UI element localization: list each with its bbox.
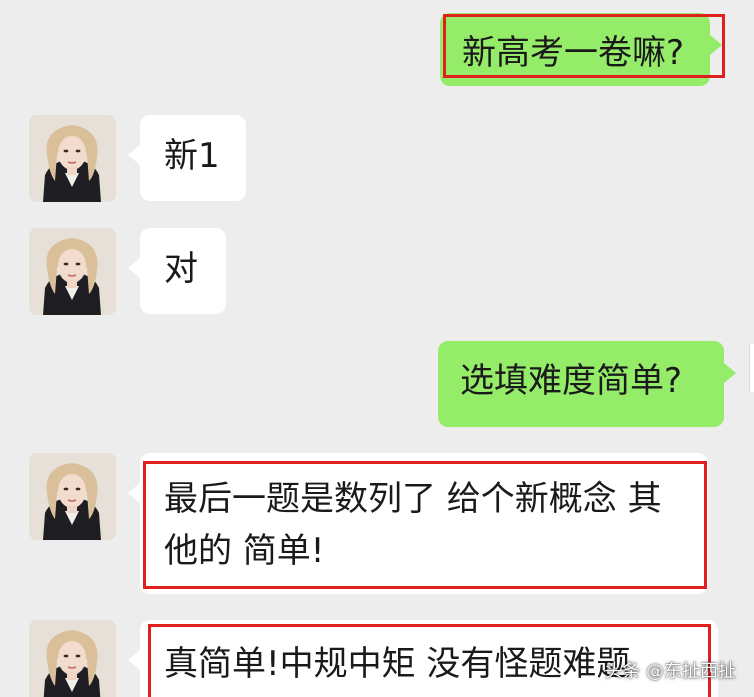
avatar-photo-icon <box>29 228 116 315</box>
message-text: 新高考一卷嘛? <box>462 33 685 73</box>
contact-avatar[interactable] <box>29 228 116 315</box>
outgoing-message-bubble[interactable]: 新高考一卷嘛? <box>440 13 722 86</box>
message-text: 真简单!中规中矩 没有怪题难题 <box>164 644 631 684</box>
message-text: 选填难度简单? <box>460 361 683 401</box>
avatar-photo-icon <box>29 115 116 202</box>
message-text: 对 <box>164 249 198 289</box>
incoming-message-bubble[interactable]: 最后一题是数列了 给个新概念 其 他的 简单! <box>128 453 708 594</box>
message-text: 新1 <box>164 136 220 176</box>
message-text-line: 最后一题是数列了 给个新概念 其 <box>164 479 662 519</box>
incoming-message-bubble[interactable]: 新1 <box>128 115 246 201</box>
avatar-photo-icon <box>29 620 116 697</box>
avatar-photo-icon <box>29 453 116 540</box>
chat-conversation: 新高考一卷嘛? 新1 对 选填难度简单? 最后一题是数列了 给个新概念 其 他的… <box>0 0 754 697</box>
outgoing-message-bubble[interactable]: 选填难度简单? <box>438 341 736 427</box>
scroll-edge <box>749 344 754 392</box>
contact-avatar[interactable] <box>29 453 116 540</box>
incoming-message-bubble[interactable]: 对 <box>128 228 226 314</box>
message-text-line: 他的 简单! <box>164 531 325 571</box>
watermark: 头条 @东扯西扯 <box>604 661 736 682</box>
contact-avatar[interactable] <box>29 115 116 202</box>
contact-avatar[interactable] <box>29 620 116 697</box>
